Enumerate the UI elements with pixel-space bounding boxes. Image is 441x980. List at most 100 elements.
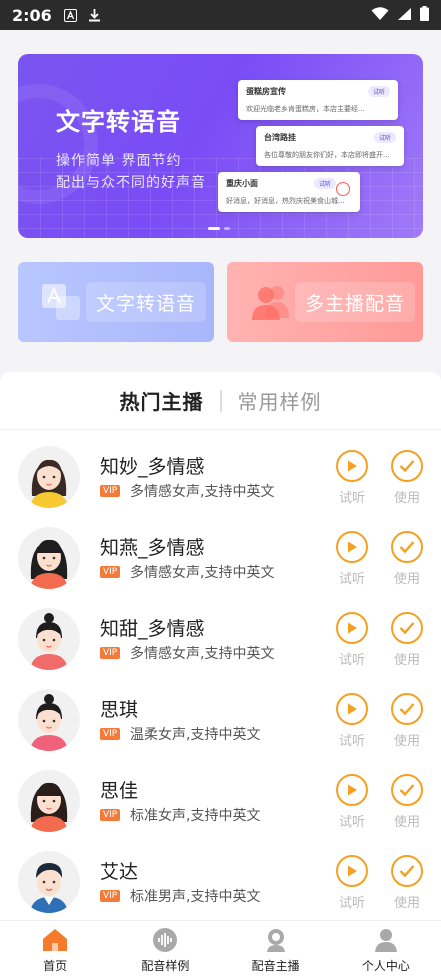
host-name: 艾达 xyxy=(100,861,139,883)
pager-dot xyxy=(208,227,220,230)
listen-label: 试听 xyxy=(338,491,365,506)
vip-badge: VIP xyxy=(100,647,121,659)
status-time: 2:06 xyxy=(12,5,52,25)
bottom-tab-bar: 首页 配音样例 配音主播 个人中心 xyxy=(0,920,441,980)
listen-button[interactable]: 试听 xyxy=(332,531,372,587)
use-button[interactable]: 使用 xyxy=(387,774,427,830)
tab-home[interactable]: 首页 xyxy=(0,921,110,980)
tab-dubbing-hosts[interactable]: 配音主播 xyxy=(221,921,331,980)
play-icon xyxy=(336,531,368,563)
host-row[interactable]: 思佳 VIP 标准女声,支持中英文 试听 使用 xyxy=(0,762,441,843)
use-label: 使用 xyxy=(393,491,420,506)
host-row[interactable]: 知甜_多情感 VIP 多情感女声,支持中英文 试听 使用 xyxy=(0,600,441,681)
host-list-panel: 热门主播 常用样例 知妙_多情感 VIP 多情感女声,支持中英文 试听 使用 知… xyxy=(0,372,441,920)
text-to-speech-button[interactable]: 文字转语音 xyxy=(18,262,214,342)
use-button[interactable]: 使用 xyxy=(387,531,427,587)
banner-subtitle: 配出与众不同的好声音 xyxy=(56,175,206,191)
home-top: 文字转语音 操作简单 界面节约 配出与众不同的好声音 蛋糕房宣传 试听 欢迎光临… xyxy=(0,30,441,368)
tab-dubbing-samples[interactable]: 配音样例 xyxy=(110,921,220,980)
tab-profile[interactable]: 个人中心 xyxy=(331,921,441,980)
host-name: 思佳 xyxy=(100,780,139,802)
use-button[interactable]: 使用 xyxy=(387,612,427,668)
check-icon xyxy=(391,450,423,482)
host-icon xyxy=(263,927,289,953)
promo-banner[interactable]: 文字转语音 操作简单 界面节约 配出与众不同的好声音 蛋糕房宣传 试听 欢迎光临… xyxy=(18,54,423,238)
listen-button[interactable]: 试听 xyxy=(332,612,372,668)
tab-label: 配音样例 xyxy=(141,959,190,973)
feature-label: 文字转语音 xyxy=(86,282,207,322)
check-icon xyxy=(391,855,423,887)
user-icon xyxy=(373,927,399,953)
battery-icon xyxy=(420,5,429,25)
host-description: 多情感女声,支持中英文 xyxy=(130,484,275,500)
app-a-icon xyxy=(64,8,78,22)
female-avatar xyxy=(18,527,80,589)
banner-pager xyxy=(208,227,230,230)
host-name: 知燕_多情感 xyxy=(100,537,205,559)
pager-dot xyxy=(224,227,230,230)
check-icon xyxy=(391,693,423,725)
play-icon xyxy=(336,855,368,887)
male-avatar xyxy=(18,851,80,913)
feature-label: 多主播配音 xyxy=(295,282,416,322)
check-icon xyxy=(391,612,423,644)
host-description: 多情感女声,支持中英文 xyxy=(130,565,275,581)
tab-common-samples[interactable]: 常用样例 xyxy=(230,386,330,415)
waveform-icon xyxy=(152,927,178,953)
host-description: 多情感女声,支持中英文 xyxy=(130,646,275,662)
signal-icon xyxy=(397,6,412,25)
host-name: 思琪 xyxy=(100,699,139,721)
vip-badge: VIP xyxy=(100,566,121,578)
download-icon xyxy=(88,8,102,22)
status-bar: 2:06 xyxy=(0,0,441,30)
host-description: 温柔女声,支持中英文 xyxy=(130,727,261,743)
vip-badge: VIP xyxy=(100,485,121,497)
use-button[interactable]: 使用 xyxy=(387,855,427,911)
banner-subtitle: 操作简单 界面节约 xyxy=(56,153,182,169)
card-text: 好消息，好消息，热烈庆祝美食山城... xyxy=(226,197,345,205)
listen-button[interactable]: 试听 xyxy=(332,450,372,506)
banner-sample-card: 台湾路挂 试听 各位尊敬的朋友你们好，本店即将盛开... xyxy=(256,126,404,166)
use-label: 使用 xyxy=(393,653,420,668)
use-button[interactable]: 使用 xyxy=(387,450,427,506)
host-description: 标准女声,支持中英文 xyxy=(130,808,261,824)
host-description: 标准男声,支持中英文 xyxy=(130,889,261,905)
vip-badge: VIP xyxy=(100,890,121,902)
vip-badge: VIP xyxy=(100,809,121,821)
use-label: 使用 xyxy=(393,734,420,749)
check-icon xyxy=(391,531,423,563)
banner-title: 文字转语音 xyxy=(56,108,181,136)
play-icon xyxy=(336,450,368,482)
card-text: 各位尊敬的朋友你们好，本店即将盛开... xyxy=(264,151,390,159)
tab-label: 配音主播 xyxy=(251,959,300,973)
use-button[interactable]: 使用 xyxy=(387,693,427,749)
tab-popular-hosts[interactable]: 热门主播 xyxy=(112,386,212,415)
host-name: 知甜_多情感 xyxy=(100,618,205,640)
listen-label: 试听 xyxy=(338,653,365,668)
play-icon xyxy=(336,693,368,725)
host-row[interactable]: 知妙_多情感 VIP 多情感女声,支持中英文 试听 使用 xyxy=(0,438,441,519)
host-row[interactable]: 思琪 VIP 温柔女声,支持中英文 试听 使用 xyxy=(0,681,441,762)
listen-label: 试听 xyxy=(338,896,365,911)
host-row[interactable]: 艾达 VIP 标准男声,支持中英文 试听 使用 xyxy=(0,843,441,920)
play-icon xyxy=(336,774,368,806)
translate-icon xyxy=(40,280,84,324)
card-badge: 试听 xyxy=(367,86,390,97)
home-icon xyxy=(42,927,68,953)
listen-button[interactable]: 试听 xyxy=(332,855,372,911)
card-badge: 试听 xyxy=(313,178,336,189)
female-avatar xyxy=(18,608,80,670)
female-avatar xyxy=(18,770,80,832)
female-avatar xyxy=(18,446,80,508)
play-icon xyxy=(336,612,368,644)
use-label: 使用 xyxy=(393,896,420,911)
listen-button[interactable]: 试听 xyxy=(332,774,372,830)
host-row[interactable]: 知燕_多情感 VIP 多情感女声,支持中英文 试听 使用 xyxy=(0,519,441,600)
multi-host-dubbing-button[interactable]: 多主播配音 xyxy=(227,262,423,342)
listen-button[interactable]: 试听 xyxy=(332,693,372,749)
banner-sample-card: 蛋糕房宣传 试听 欢迎光临老乡肯蛋糕房，本店主要经... xyxy=(238,80,398,120)
host-name: 知妙_多情感 xyxy=(100,456,205,478)
card-badge: 试听 xyxy=(373,132,396,143)
list-tabs: 热门主播 常用样例 xyxy=(0,372,441,430)
tab-divider xyxy=(219,389,222,412)
